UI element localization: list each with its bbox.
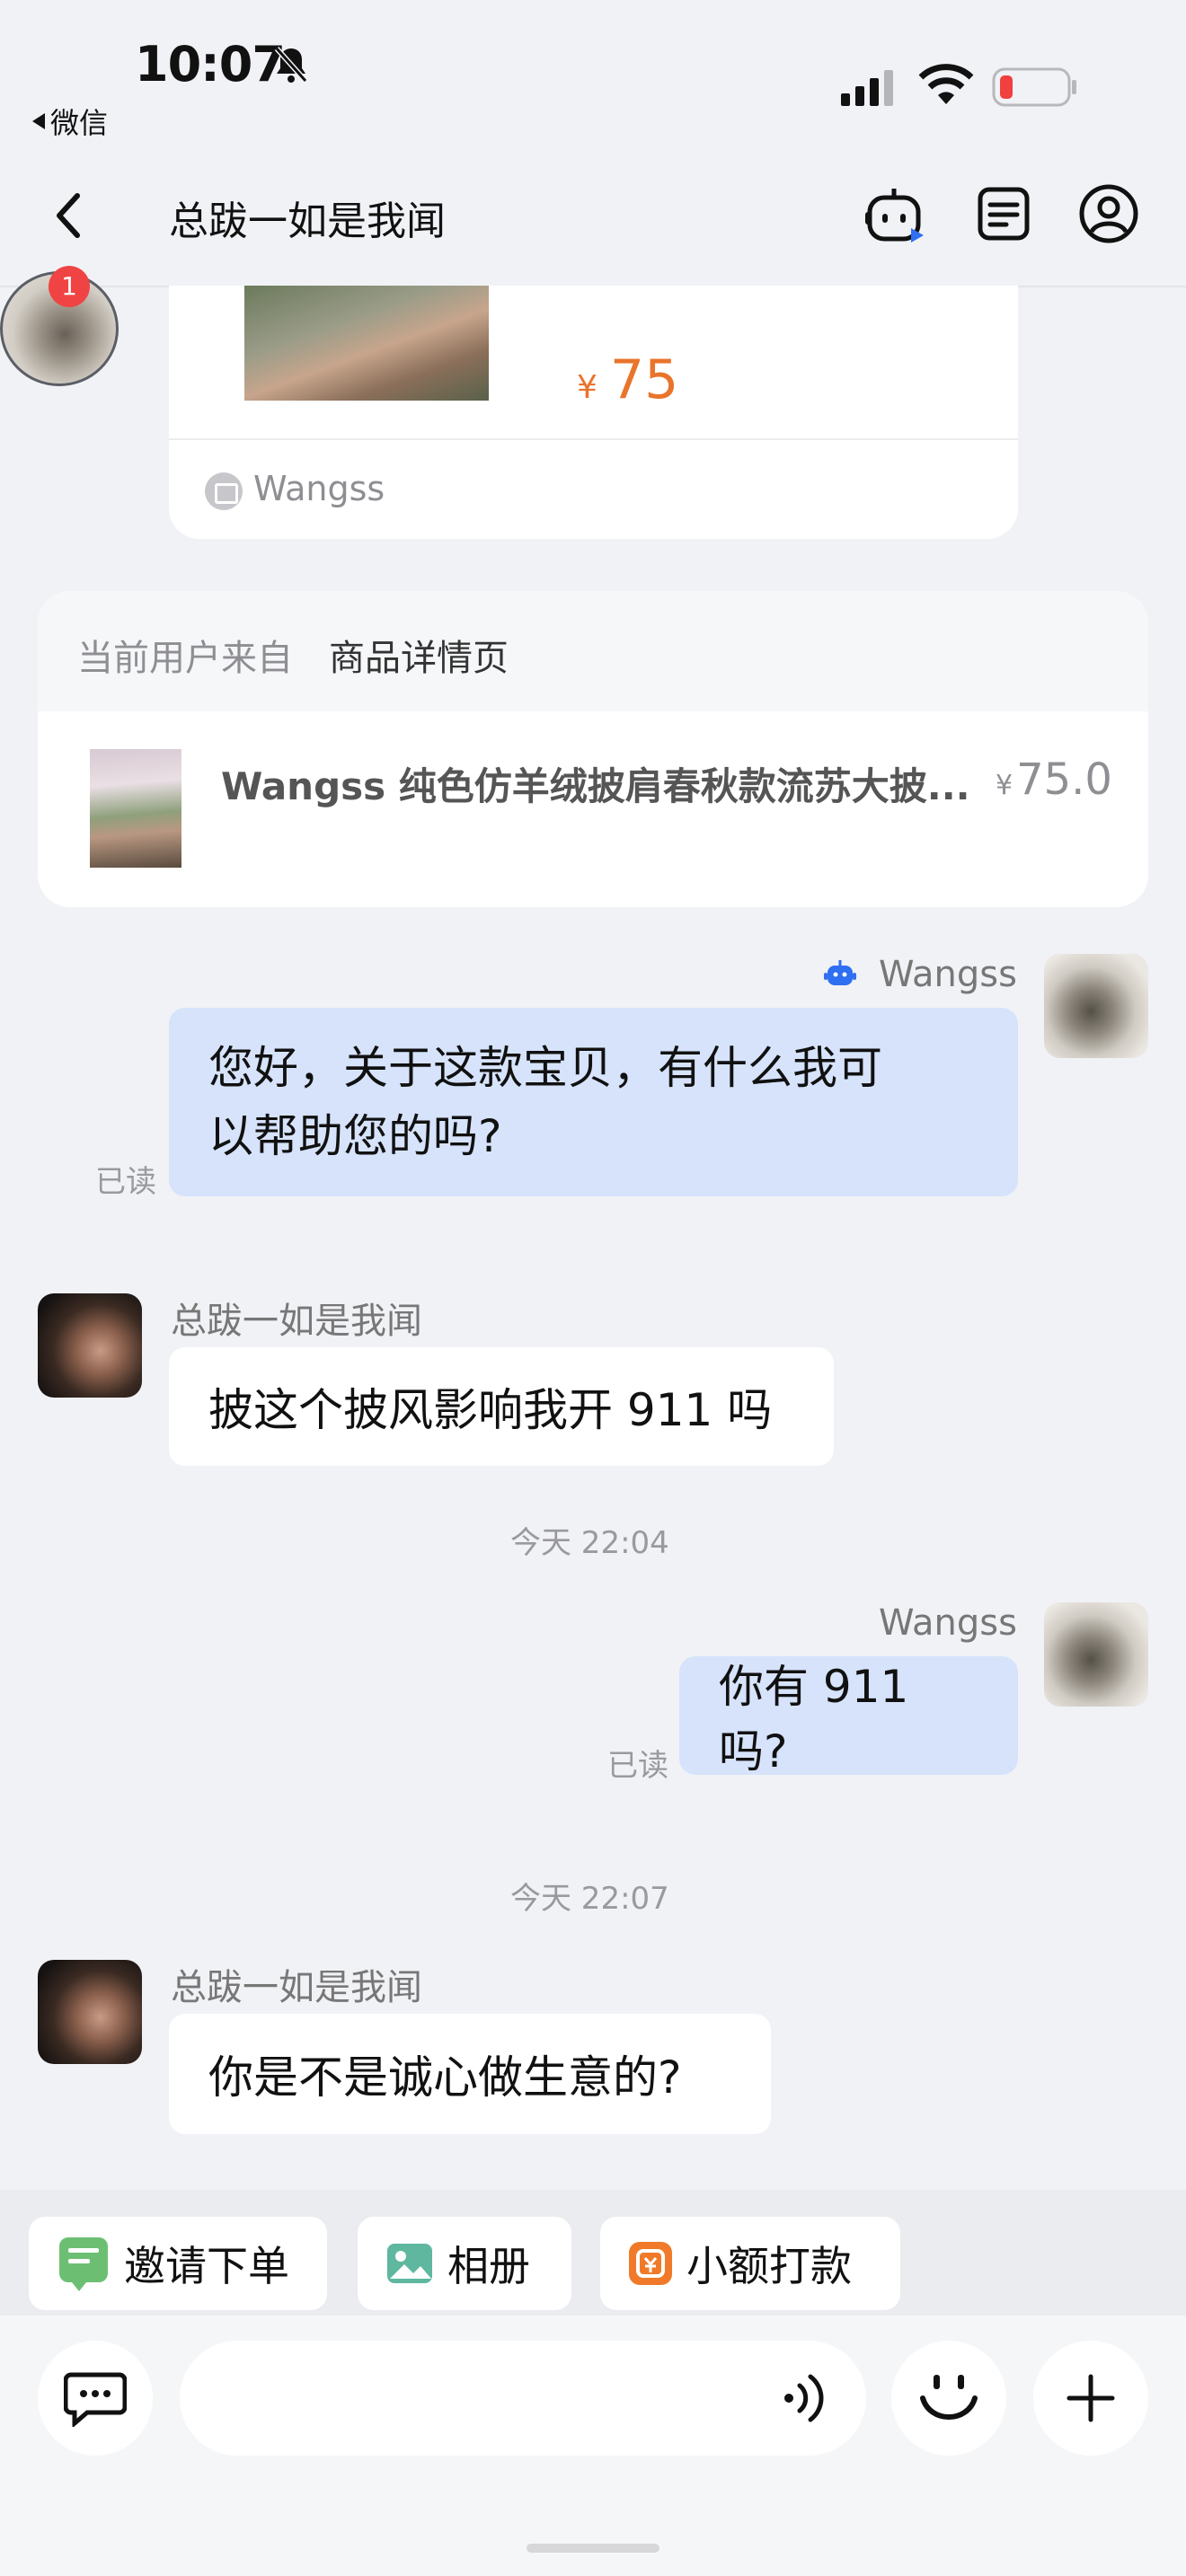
timestamp: 今天 22:07 [510,1881,669,1917]
customer-avatar[interactable] [38,1293,142,1398]
message-text-line: 以帮助您的吗? [208,1110,502,1162]
seller-avatar[interactable] [1044,954,1148,1058]
card-divider [169,438,1018,440]
back-arrow-icon[interactable] [50,190,86,241]
sender-name: 总跋一如是我闻 [171,1967,422,2008]
shop-icon [205,472,243,510]
source-product-title: Wangss 纯色仿羊绒披肩春秋款流苏大披... [221,764,970,808]
message-bubble[interactable]: 您好，关于这款宝贝，有什么我可 以帮助您的吗? [169,1008,1018,1196]
source-product-price: ¥75.0 [996,754,1112,805]
sender-name: Wangss [879,954,1017,995]
invite-order-icon [59,2237,108,2291]
message-text: 你有 911 吗? [719,1661,909,1778]
back-app-label: 微信 [50,106,109,140]
profile-icon[interactable] [1078,183,1139,244]
message-text: 披这个披风影响我开 911 吗 [208,1384,773,1436]
emoji-button[interactable] [891,2341,1006,2456]
wifi-icon [918,64,974,104]
back-to-app[interactable]: 微信 [32,101,108,142]
read-receipt: 已读 [607,1748,668,1784]
back-triangle-icon [32,113,45,129]
mute-bell-icon [274,47,308,83]
price-value: 75.0 [1016,754,1112,805]
robot-assistant-icon[interactable] [864,185,927,246]
sender-name: Wangss [879,1602,1017,1644]
more-actions-button[interactable] [1033,2341,1148,2456]
message-bubble[interactable]: 披这个披风影响我开 911 吗 [169,1347,834,1466]
message-text-line: 您好，关于这款宝贝，有什么我可 [208,1042,882,1094]
source-page-name: 商品详情页 [329,638,509,679]
quick-reply-button[interactable] [38,2341,153,2456]
voice-icon[interactable] [778,2371,832,2425]
sender-name: 总跋一如是我闻 [171,1301,422,1342]
signal-icon [841,70,893,106]
invite-order-label: 邀请下单 [124,2242,289,2290]
message-icon [64,2372,127,2427]
read-receipt: 已读 [95,1164,156,1200]
album-button[interactable]: 相册 [358,2217,571,2310]
source-product-thumbnail [90,749,181,868]
price-value: 75 [609,348,679,411]
small-payment-button[interactable]: 小额打款 [600,2217,900,2310]
unread-badge: 1 [49,266,90,307]
small-payment-label: 小额打款 [686,2242,852,2290]
invite-order-button[interactable]: 邀请下单 [29,2217,327,2310]
message-input[interactable] [180,2341,866,2456]
customer-avatar[interactable] [38,1960,142,2064]
order-list-icon[interactable] [976,185,1031,243]
product-price: ¥75 [577,348,678,411]
bot-icon [824,960,856,985]
message-text: 你是不是诚心做生意的? [208,2051,682,2104]
status-time: 10:07 [135,36,286,93]
plus-icon [1067,2374,1115,2422]
chat-title: 总跋一如是我闻 [169,198,446,244]
home-indicator [527,2544,659,2553]
album-icon [387,2244,432,2283]
currency-symbol: ¥ [577,369,597,406]
timestamp: 今天 22:04 [510,1525,669,1561]
seller-avatar[interactable] [1044,1602,1148,1707]
source-from-label: 当前用户来自 [77,638,293,679]
battery-icon [992,67,1076,107]
payment-icon [629,2242,672,2285]
shop-name: Wangss [253,469,385,508]
currency-symbol: ¥ [996,770,1013,801]
message-bubble[interactable]: 你有 911 吗? [679,1656,1018,1778]
album-label: 相册 [447,2242,530,2290]
smiley-icon [920,2375,978,2420]
product-image [244,286,489,401]
message-bubble[interactable]: 你是不是诚心做生意的? [169,2014,771,2134]
